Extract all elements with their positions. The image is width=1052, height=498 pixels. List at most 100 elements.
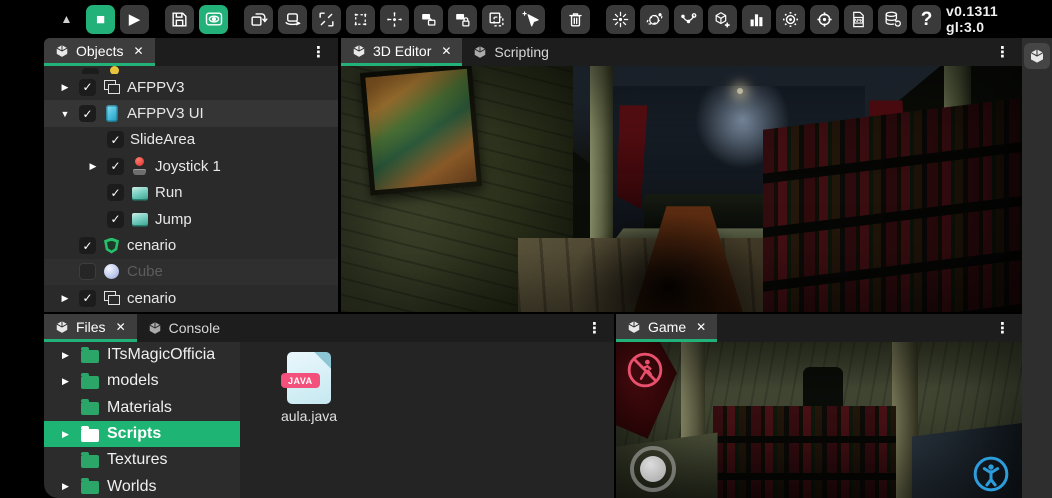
expander-icon[interactable]: ▶ [58,429,73,440]
lock-object-button[interactable] [448,5,477,34]
folder-row-worlds[interactable]: ▶ Worlds [44,473,240,498]
tab-console[interactable]: Console [137,314,231,342]
physics-orbit-button[interactable] [640,5,669,34]
version-label: v0.1311 gl:3.0 [946,3,1040,35]
tab-3d-editor[interactable]: 3D Editor ✕ [341,38,462,66]
checkbox-checked[interactable]: ✓ [107,184,124,201]
save-button[interactable] [165,5,194,34]
tree-row-afppv3[interactable]: ▶ ✓ AFPPV3 [44,74,338,100]
touch-pointer-icon [521,10,540,29]
help-button[interactable]: ? [912,5,941,34]
tree-row-afppv3-ui[interactable]: ▼ ✓ AFPPV3 UI [44,100,338,126]
folder-row-textures[interactable]: Textures [44,447,240,473]
file-item-aula-java[interactable]: JAVA aula.java [276,352,342,424]
checkbox-checked[interactable]: ✓ [79,237,96,254]
folder-label: models [107,372,159,390]
virtual-joystick[interactable] [630,446,676,492]
folder-icon [81,350,99,363]
expander-icon[interactable]: ▶ [58,350,73,361]
folder-row-models[interactable]: ▶ models [44,368,240,394]
kebab-menu-icon[interactable]: ⋮ [299,38,338,66]
run-disabled-badge[interactable] [626,351,664,389]
game-viewport[interactable] [616,342,1022,498]
objects-tree: ▶ ✓ AFPPV3 ▼ ✓ AFPPV3 UI ✓ SlideArea ▶ ✓… [44,66,338,312]
editor-viewport[interactable] [341,66,1022,312]
checkbox-checked[interactable]: ✓ [79,290,96,307]
expander-icon[interactable]: ▼ [57,109,73,119]
delete-button[interactable] [561,5,590,34]
image-icon [130,184,149,202]
collapse-toolbar-button[interactable]: ▲ [52,5,81,34]
tab-scripting[interactable]: Scripting [462,38,559,66]
checkbox-checked[interactable]: ✓ [107,211,124,228]
bounds-tool-button[interactable] [346,5,375,34]
bounds-tool-icon [351,10,370,29]
collapsed-panel-button[interactable] [1024,43,1050,69]
stats-button[interactable] [742,5,771,34]
preview-button[interactable] [199,5,228,34]
tree-row-cube[interactable]: Cube [44,259,338,285]
close-icon[interactable]: ✕ [696,320,706,334]
tree-label: AFPPV3 UI [127,105,204,122]
kebab-menu-icon[interactable]: ⋮ [575,314,614,342]
folder-row-itsmagicofficia[interactable]: ▶ ITsMagicOfficia [44,342,240,368]
move-tool-button[interactable] [244,5,273,34]
tree-row-jump[interactable]: ✓ Jump [44,206,338,232]
expander-icon[interactable]: ▶ [58,376,73,387]
particles-button[interactable] [606,5,635,34]
close-icon[interactable]: ✕ [116,320,126,334]
tab-files[interactable]: Files ✕ [44,314,137,342]
checkbox-checked[interactable]: ✓ [107,158,124,175]
rotate-tool-button[interactable] [278,5,307,34]
path-nodes-button[interactable] [674,5,703,34]
expander-icon[interactable]: ▶ [57,82,73,93]
locator-button[interactable] [810,5,839,34]
checkbox-unchecked[interactable] [79,263,96,280]
path-nodes-icon [679,10,698,29]
tree-row-partial[interactable] [44,66,338,74]
accessibility-button[interactable] [972,455,1010,493]
tree-row-cenario-2[interactable]: ▶ ✓ cenario [44,285,338,311]
tab-game[interactable]: Game ✕ [616,314,717,342]
kebab-menu-icon[interactable]: ⋮ [983,38,1022,66]
package-icon [55,320,69,334]
selection-button[interactable] [482,5,511,34]
database-sync-icon [883,10,902,29]
checkbox-checked[interactable]: ✓ [79,105,96,122]
expander-icon[interactable]: ▶ [58,481,73,492]
stop-button[interactable]: ■ [86,5,115,34]
expander-icon[interactable]: ▶ [57,293,73,304]
expander-icon[interactable]: ▶ [85,161,101,172]
database-sync-button[interactable] [878,5,907,34]
folder-row-scripts[interactable]: ▶ Scripts [44,421,240,447]
scale-tool-button[interactable] [312,5,341,34]
tree-row-slidearea[interactable]: ✓ SlideArea [44,127,338,153]
joystick-knob[interactable] [640,456,666,482]
tree-row-run[interactable]: ✓ Run [44,180,338,206]
files-grid: JAVA aula.java [240,342,614,498]
scene-vignette [341,66,1022,312]
add-object-button[interactable] [708,5,737,34]
close-icon[interactable]: ✕ [133,44,143,58]
checkbox-checked[interactable]: ✓ [107,131,124,148]
duplicate-button[interactable] [414,5,443,34]
touch-pointer-button[interactable] [516,5,545,34]
tree-row-joystick[interactable]: ▶ ✓ Joystick 1 [44,153,338,179]
editor-panel: 3D Editor ✕ Scripting ⋮ [341,38,1022,312]
settings-button[interactable] [776,5,805,34]
shield-icon [102,237,121,255]
position-tool-button[interactable] [380,5,409,34]
close-icon[interactable]: ✕ [441,44,451,58]
checkbox-checked[interactable]: ✓ [79,79,96,96]
scale-tool-icon [317,10,336,29]
tree-label: Jump [155,211,192,228]
tab-objects[interactable]: Objects ✕ [44,38,155,66]
file-label: aula.java [276,408,342,424]
play-button[interactable]: ▶ [120,5,149,34]
export-apk-button[interactable]: APK [844,5,873,34]
tree-row-cenario[interactable]: ✓ cenario [44,232,338,258]
folder-row-materials[interactable]: Materials [44,395,240,421]
folder-icon [81,429,99,442]
kebab-menu-icon[interactable]: ⋮ [983,314,1022,342]
stop-icon: ■ [96,12,105,27]
